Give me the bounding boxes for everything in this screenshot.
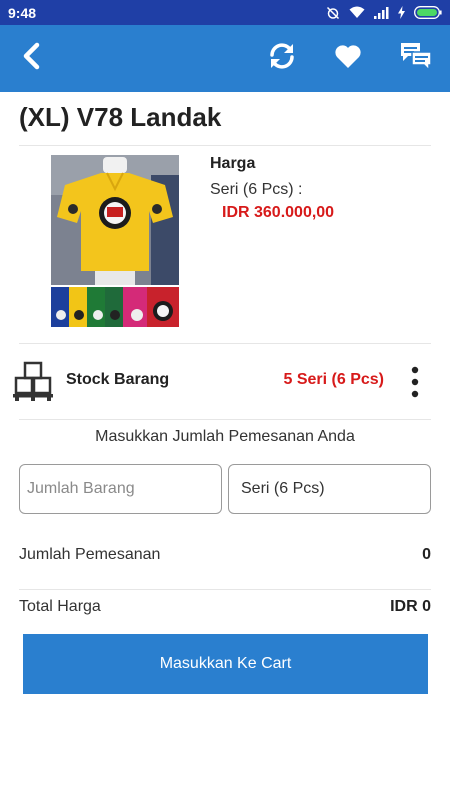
stock-value: 5 Seri (6 Pcs) (283, 371, 385, 388)
divider (19, 145, 431, 146)
wifi-icon (349, 6, 365, 19)
alarm-off-icon (326, 6, 340, 20)
divider (19, 589, 431, 590)
chat-button[interactable] (394, 25, 438, 92)
total-label: Total Harga (19, 598, 101, 615)
status-bar: 9:48 (0, 0, 450, 25)
order-prompt: Masukkan Jumlah Pemesanan Anda (95, 428, 355, 445)
divider (19, 343, 431, 344)
unit-select[interactable]: Seri (6 Pcs) (228, 464, 431, 514)
status-time: 9:48 (8, 4, 37, 21)
stock-label: Stock Barang (66, 371, 170, 388)
product-title: (XL) V78 Landak (19, 102, 222, 132)
price-value: IDR 360.000,00 (222, 204, 335, 221)
status-icons (326, 6, 442, 20)
more-options-button[interactable] (404, 362, 426, 402)
favorite-button[interactable] (328, 25, 368, 92)
more-vertical-icon (411, 366, 419, 398)
charging-icon (398, 6, 405, 19)
chat-icon (399, 41, 433, 76)
order-count-value: 0 (422, 546, 431, 563)
app-bar (0, 25, 450, 92)
total-row: Total Harga IDR 0 (19, 598, 431, 616)
divider (19, 419, 431, 420)
battery-icon (414, 6, 442, 19)
refresh-button[interactable] (262, 25, 302, 92)
heart-icon (334, 44, 362, 74)
total-value: IDR 0 (390, 598, 431, 615)
refresh-icon (268, 42, 296, 75)
product-image[interactable] (51, 155, 179, 327)
back-icon (20, 42, 44, 75)
back-button[interactable] (12, 25, 52, 92)
quantity-input[interactable] (19, 464, 222, 514)
price-heading: Harga (210, 155, 256, 172)
unit-select-value: Seri (6 Pcs) (241, 480, 325, 497)
add-to-cart-button[interactable]: Masukkan Ke Cart (23, 634, 428, 694)
pallet-boxes-icon (12, 360, 54, 407)
order-count-label: Jumlah Pemesanan (19, 546, 161, 563)
signal-icon (374, 6, 389, 19)
price-block: Harga Seri (6 Pcs) : IDR 360.000,00 (210, 155, 334, 222)
stock-row: Stock Barang 5 Seri (6 Pcs) (0, 358, 450, 404)
order-count-row: Jumlah Pemesanan 0 (19, 546, 431, 564)
price-unit: Seri (6 Pcs) : (210, 181, 303, 198)
